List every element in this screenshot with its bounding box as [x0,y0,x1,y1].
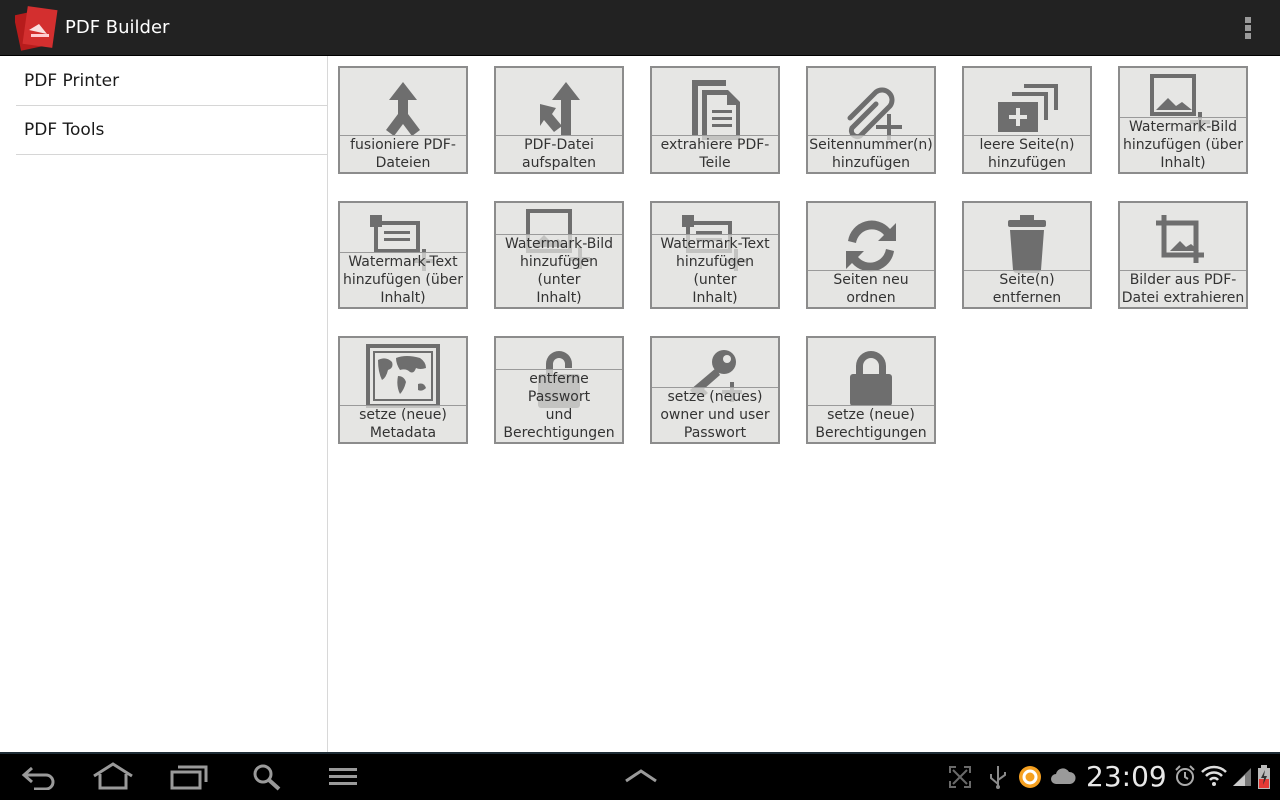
tool-label: Watermark-Text hinzufügen (unter Inhalt) [652,234,778,307]
tool-label: Bilder aus PDF- Datei extrahieren [1120,270,1246,307]
battery-charging-icon [1258,765,1270,789]
tool-set-metadata[interactable]: setze (neue) Metadata [338,336,468,444]
tool-label: Watermark-Text hinzufügen (über Inhalt) [340,252,466,307]
tool-set-permissions[interactable]: setze (neue) Berechtigungen [806,336,936,444]
sidebar-item-pdf-printer[interactable]: PDF Printer [16,57,327,106]
tool-label: Watermark-Bild hinzufügen (unter Inhalt) [496,234,622,307]
fullscreen-icon[interactable] [948,765,972,789]
app-title: PDF Builder [65,17,170,38]
tool-label: extrahiere PDF- Teile [652,135,778,172]
search-icon[interactable] [252,763,282,791]
tool-text-watermark-over[interactable]: Watermark-Text hinzufügen (über Inhalt) [338,201,468,309]
back-icon[interactable] [20,764,58,790]
sync-app-icon [1019,766,1041,788]
overflow-menu-icon[interactable] [1234,12,1262,44]
menu-icon[interactable] [328,767,358,787]
system-navigation-bar: 23:09 [0,752,1280,800]
tool-merge-pdf[interactable]: fusioniere PDF- Dateien [338,66,468,174]
tool-label: Seite(n) entfernen [964,270,1090,307]
tools-grid: fusioniere PDF- Dateien PDF-Datei aufspa… [328,56,1280,752]
tool-reorder-pages[interactable]: Seiten neu ordnen [806,201,936,309]
tool-label: entferne Passwort und Berechtigungen [496,369,622,442]
recent-apps-icon[interactable] [170,764,208,790]
clock: 23:09 [1086,760,1167,793]
tool-label: Seitennummer(n) hinzufügen [808,135,934,172]
tool-split-pdf[interactable]: PDF-Datei aufspalten [494,66,624,174]
tool-label: Watermark-Bild hinzufügen (über Inhalt) [1120,117,1246,172]
tool-add-page-numbers[interactable]: Seitennummer(n) hinzufügen [806,66,936,174]
cloud-icon [1051,768,1076,784]
action-bar: PDF Builder [0,0,1280,56]
tool-label: leere Seite(n) hinzufügen [964,135,1090,172]
tool-label: fusioniere PDF- Dateien [340,135,466,172]
tool-extract-images[interactable]: Bilder aus PDF- Datei extrahieren [1118,201,1248,309]
signal-icon [1233,768,1251,786]
sidebar: PDF Printer PDF Tools [0,56,328,752]
sidebar-item-label: PDF Tools [24,120,105,140]
tool-label: setze (neue) Berechtigungen [808,405,934,442]
tool-extract-pages[interactable]: extrahiere PDF- Teile [650,66,780,174]
wifi-icon [1201,765,1227,786]
tool-image-watermark-under[interactable]: Watermark-Bild hinzufügen (unter Inhalt) [494,201,624,309]
tool-add-blank-pages[interactable]: leere Seite(n) hinzufügen [962,66,1092,174]
usb-icon [990,766,1006,789]
tool-label: setze (neues) owner und user Passwort [652,387,778,442]
tool-remove-password[interactable]: entferne Passwort und Berechtigungen [494,336,624,444]
alarm-icon [1175,765,1195,786]
chevron-up-icon[interactable] [624,768,658,784]
home-icon[interactable] [92,762,134,790]
tool-label: Seiten neu ordnen [808,270,934,307]
sidebar-item-label: PDF Printer [24,71,120,91]
sidebar-item-pdf-tools[interactable]: PDF Tools [16,106,327,155]
tool-set-password[interactable]: setze (neues) owner und user Passwort [650,336,780,444]
tool-remove-pages[interactable]: Seite(n) entfernen [962,201,1092,309]
pdf-app-icon[interactable] [13,4,59,52]
tool-image-watermark-over[interactable]: Watermark-Bild hinzufügen (über Inhalt) [1118,66,1248,174]
tool-text-watermark-under[interactable]: Watermark-Text hinzufügen (unter Inhalt) [650,201,780,309]
tool-label: setze (neue) Metadata [340,405,466,442]
tool-label: PDF-Datei aufspalten [496,135,622,172]
